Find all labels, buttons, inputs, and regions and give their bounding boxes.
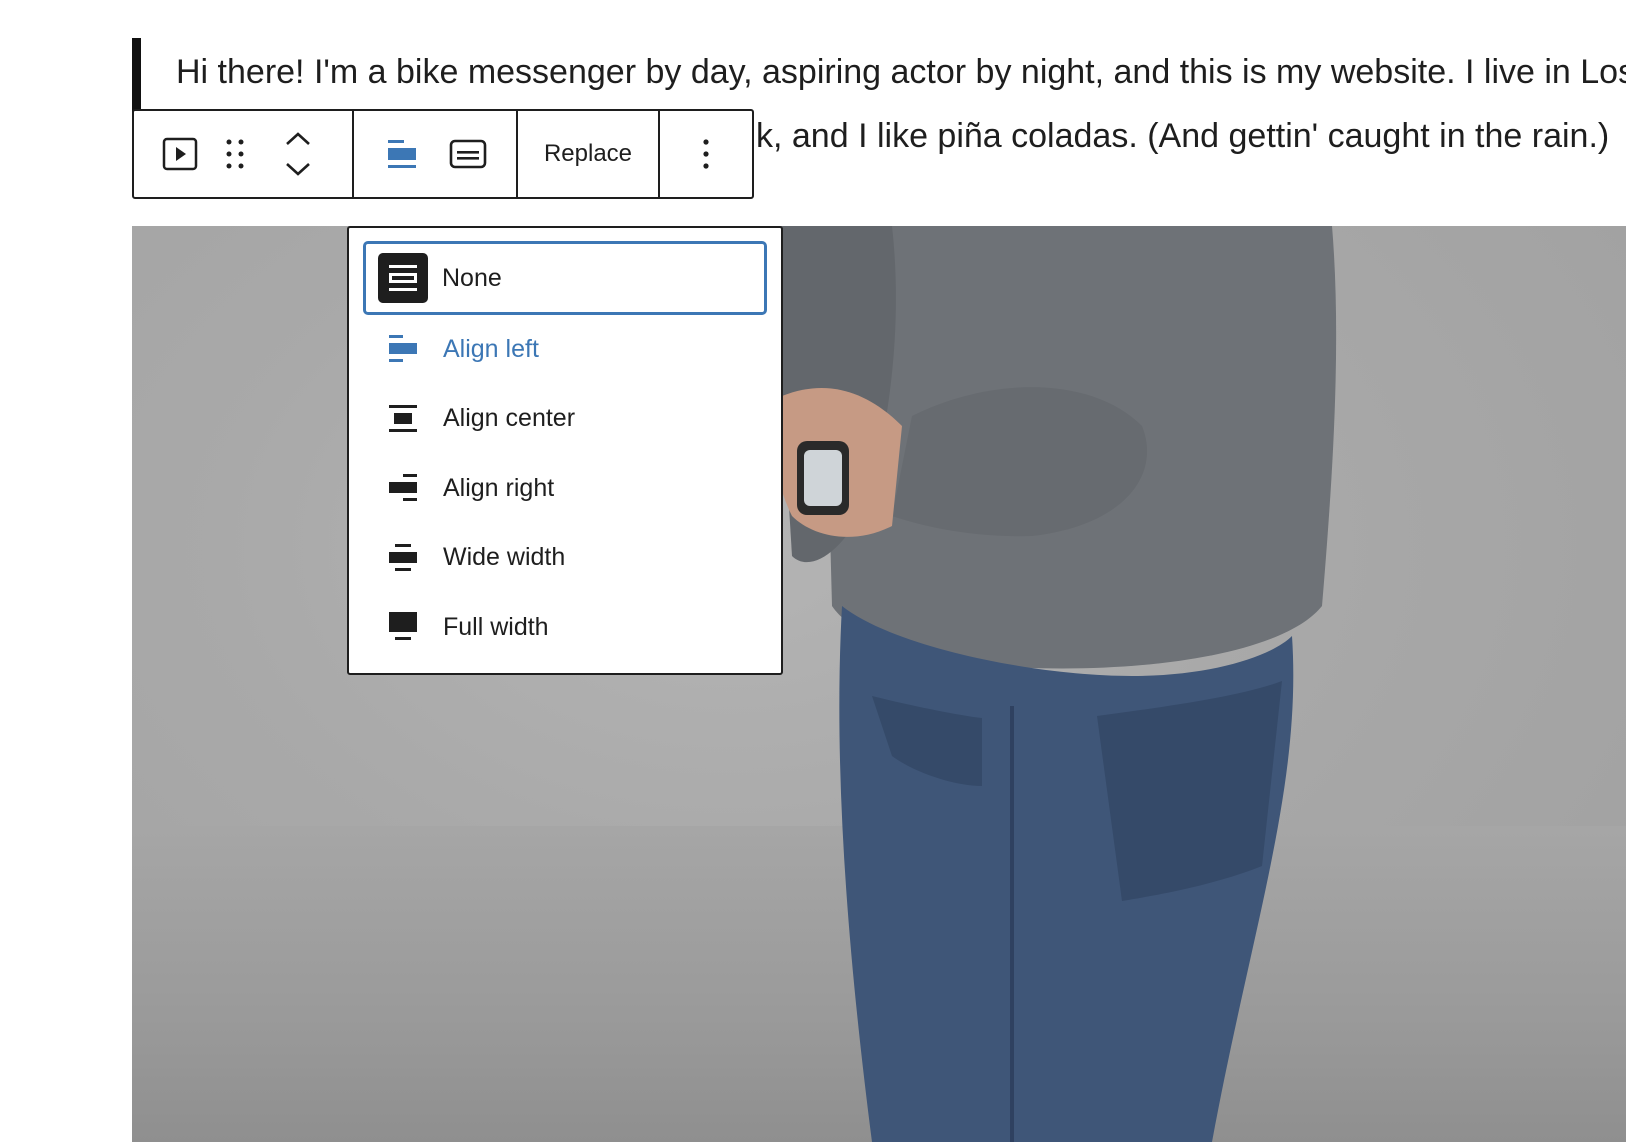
toolbar-replace-group: Replace — [518, 111, 660, 197]
align-right-icon — [377, 462, 429, 514]
menu-item-align-left[interactable]: Align left — [363, 314, 767, 384]
menu-item-label: None — [442, 263, 502, 292]
menu-item-align-none[interactable]: None — [363, 241, 767, 315]
menu-item-wide-width[interactable]: Wide width — [363, 523, 767, 593]
align-full-icon — [377, 601, 429, 653]
caption-icon[interactable] — [448, 132, 488, 176]
toolbar-more-group — [660, 111, 752, 197]
menu-item-label: Align left — [443, 334, 539, 363]
editor-canvas: Hi there! I'm a bike messenger by day, a… — [0, 0, 1626, 1142]
menu-item-align-right[interactable]: Align right — [363, 453, 767, 523]
drag-handle-icon[interactable] — [208, 132, 264, 176]
menu-item-label: Align center — [443, 404, 576, 433]
replace-button[interactable]: Replace — [544, 140, 632, 168]
menu-item-align-center[interactable]: Align center — [363, 384, 767, 454]
menu-item-label: Align right — [443, 473, 555, 502]
alignment-dropdown-menu: None Align left Align center Align right… — [347, 226, 783, 675]
menu-item-label: Full width — [443, 612, 549, 641]
block-toolbar: Replace — [132, 109, 754, 199]
menu-item-full-width[interactable]: Full width — [363, 592, 767, 662]
mover-group — [278, 124, 318, 184]
align-none-icon — [378, 253, 428, 303]
paragraph-selection-indicator — [132, 38, 141, 112]
chevron-down-icon[interactable] — [278, 154, 318, 184]
replace-label: Replace — [543, 140, 633, 167]
video-icon[interactable] — [158, 132, 202, 176]
toolbar-block-group — [134, 111, 354, 197]
more-vertical-icon[interactable] — [686, 132, 726, 176]
toolbar-align-group — [354, 111, 518, 197]
align-center-icon — [377, 393, 429, 445]
paragraph-line-1: Hi there! I'm a bike messenger by day, a… — [176, 53, 1626, 91]
align-left-icon — [377, 323, 429, 375]
menu-item-label: Wide width — [443, 543, 566, 572]
chevron-up-icon[interactable] — [278, 124, 318, 154]
align-left-icon[interactable] — [382, 132, 422, 176]
align-wide-icon — [377, 532, 429, 584]
